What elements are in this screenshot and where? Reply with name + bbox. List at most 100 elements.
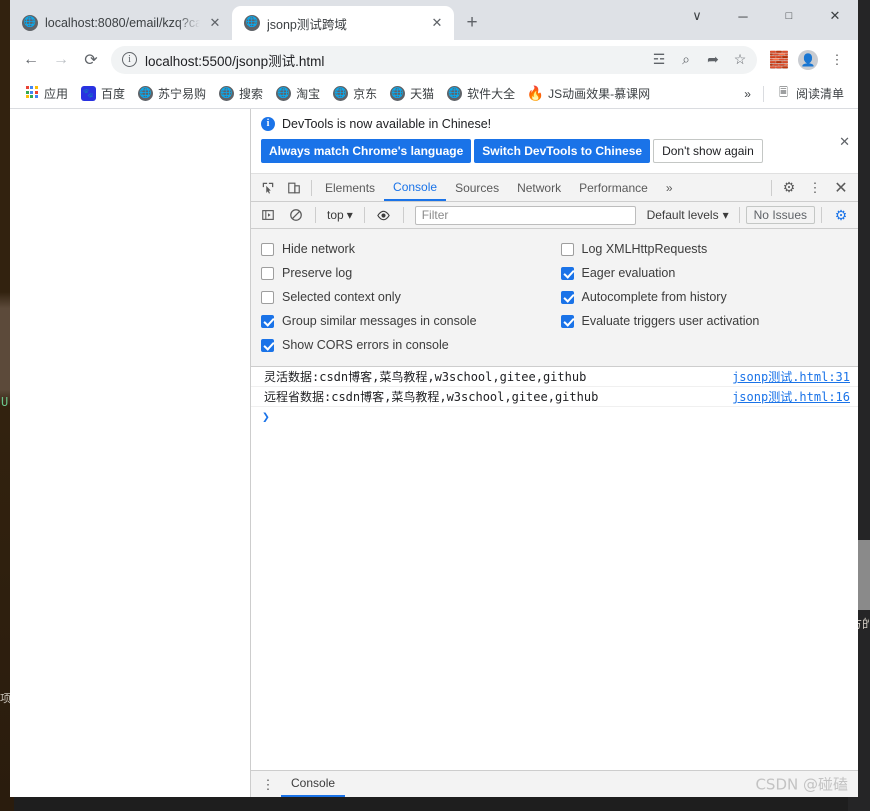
divider (315, 207, 316, 223)
checkbox-icon[interactable] (561, 243, 574, 256)
console-toolbar: top ▾ Default levels ▾ No Issues ⚙ (251, 202, 858, 229)
bookmark-baidu[interactable]: 🐾 百度 (75, 82, 131, 105)
checkbox-hide-network[interactable]: Hide network (261, 237, 549, 261)
bookmarks-overflow-icon[interactable]: » (738, 84, 757, 104)
checkbox-icon[interactable] (261, 339, 274, 352)
divider (364, 207, 365, 223)
globe-icon: 🌐 (138, 86, 153, 101)
issues-button[interactable]: No Issues (746, 206, 815, 224)
reading-list-icon: 🗏 (776, 86, 791, 101)
reload-icon[interactable]: ⟳ (77, 46, 105, 74)
minimize-icon[interactable]: ─ (720, 0, 766, 32)
always-match-language-button[interactable]: Always match Chrome's language (261, 139, 471, 163)
console-sidebar-icon[interactable] (255, 202, 281, 228)
checkbox-label: Eager evaluation (582, 266, 676, 280)
maximize-icon[interactable]: □ (766, 0, 812, 32)
checkbox-log-xmlhttprequests[interactable]: Log XMLHttpRequests (561, 237, 849, 261)
close-icon[interactable]: ✕ (429, 15, 445, 31)
bookmark-apps[interactable]: 应用 (18, 82, 74, 105)
device-toolbar-icon[interactable] (281, 175, 307, 201)
bookmark-taobao[interactable]: 🌐 淘宝 (270, 82, 326, 105)
new-tab-button[interactable]: + (458, 9, 486, 37)
live-expression-eye-icon[interactable] (371, 202, 397, 228)
close-icon[interactable]: ✕ (839, 135, 850, 148)
zoom-icon[interactable]: ⌕ (673, 47, 699, 73)
bookmark-label: 京东 (353, 85, 377, 102)
drawer-menu-icon[interactable]: ⋮ (255, 771, 281, 797)
checkbox-eager-evaluation[interactable]: Eager evaluation (561, 261, 849, 285)
devtools-panel: i DevTools is now available in Chinese! … (250, 109, 858, 797)
address-bar[interactable]: i localhost:5500/jsonp测试.html ☲ ⌕ ➦ ☆ (111, 46, 757, 74)
checkbox-group-similar-messages[interactable]: Group similar messages in console (261, 309, 549, 333)
translate-icon[interactable]: ☲ (646, 47, 672, 73)
tab-elements[interactable]: Elements (316, 174, 384, 201)
bookmark-imooc[interactable]: 🔥 JS动画效果-慕课网 (522, 82, 656, 105)
tab-network[interactable]: Network (508, 174, 570, 201)
settings-gear-icon[interactable]: ⚙ (776, 175, 802, 201)
checkbox-icon[interactable] (261, 243, 274, 256)
checkbox-icon[interactable] (561, 267, 574, 280)
checkbox-show-cors-errors[interactable]: Show CORS errors in console (261, 333, 549, 357)
share-icon[interactable]: ➦ (700, 47, 726, 73)
inspect-element-icon[interactable] (255, 175, 281, 201)
close-devtools-icon[interactable]: ✕ (828, 175, 854, 201)
checkbox-label: Hide network (282, 242, 355, 256)
execution-context-selector[interactable]: top ▾ (322, 206, 358, 224)
checkbox-icon[interactable] (261, 315, 274, 328)
profile-avatar-icon[interactable]: 👤 (794, 46, 822, 74)
divider (771, 180, 772, 196)
bookmark-jd[interactable]: 🌐 京东 (327, 82, 383, 105)
browser-tab-1[interactable]: 🌐 localhost:8080/email/kzq?callb ✕ (10, 6, 232, 40)
bookmark-label: JS动画效果-慕课网 (548, 85, 650, 102)
checkbox-icon[interactable] (261, 267, 274, 280)
bookmark-software[interactable]: 🌐 软件大全 (441, 82, 521, 105)
dont-show-again-button[interactable]: Don't show again (653, 139, 763, 163)
console-settings-gear-icon[interactable]: ⚙ (828, 202, 854, 228)
checkbox-icon[interactable] (561, 291, 574, 304)
address-bar-url[interactable]: localhost:5500/jsonp测试.html (145, 50, 646, 70)
bookmark-suning[interactable]: 🌐 苏宁易购 (132, 82, 212, 105)
console-message-row[interactable]: 远程省数据:csdn博客,菜鸟教程,w3school,gitee,github … (251, 387, 858, 407)
switch-to-chinese-button[interactable]: Switch DevTools to Chinese (474, 139, 650, 163)
sidebar-toggle-glyph (261, 208, 275, 222)
tab-search-icon[interactable]: ∨ (674, 0, 720, 32)
devtools-tabbar: Elements Console Sources Network Perform… (251, 174, 858, 202)
csdn-watermark: CSDN @碰磕 (755, 774, 848, 795)
clear-console-icon[interactable] (283, 202, 309, 228)
forward-icon[interactable]: → (47, 46, 75, 74)
console-message-source-link[interactable]: jsonp测试.html:31 (732, 368, 850, 385)
bookmark-label: 软件大全 (467, 85, 515, 102)
checkbox-icon[interactable] (561, 315, 574, 328)
bookmark-star-icon[interactable]: ☆ (727, 47, 753, 73)
site-info-icon[interactable]: i (122, 52, 137, 67)
back-icon[interactable]: ← (17, 46, 45, 74)
devtools-menu-icon[interactable]: ⋮ (802, 175, 828, 201)
extensions-puzzle-icon[interactable]: 🧱 (765, 46, 793, 74)
console-message-source-link[interactable]: jsonp测试.html:16 (732, 388, 850, 405)
checkbox-preserve-log[interactable]: Preserve log (261, 261, 549, 285)
divider (311, 180, 312, 196)
tab-sources[interactable]: Sources (446, 174, 508, 201)
bookmark-tmall[interactable]: 🌐 天猫 (384, 82, 440, 105)
checkbox-evaluate-triggers-user-activation[interactable]: Evaluate triggers user activation (561, 309, 849, 333)
tab-console[interactable]: Console (384, 174, 446, 201)
no-entry-glyph (289, 208, 303, 222)
chrome-menu-icon[interactable]: ⋮ (823, 46, 851, 74)
reading-list-button[interactable]: 🗏 阅读清单 (770, 82, 850, 105)
bookmark-label: 百度 (101, 85, 125, 102)
console-prompt[interactable]: ❯ (251, 407, 858, 428)
browser-tab-2[interactable]: 🌐 jsonp测试跨域 ✕ (232, 6, 454, 40)
checkbox-autocomplete-from-history[interactable]: Autocomplete from history (561, 285, 849, 309)
checkbox-icon[interactable] (261, 291, 274, 304)
console-filter-input[interactable] (415, 206, 636, 225)
drawer-tab-console[interactable]: Console (281, 771, 345, 797)
log-levels-selector[interactable]: Default levels ▾ (643, 206, 733, 224)
bookmark-search[interactable]: 🌐 搜索 (213, 82, 269, 105)
avatar: 👤 (798, 50, 818, 70)
console-message-row[interactable]: 灵活数据:csdn博客,菜鸟教程,w3school,gitee,github j… (251, 367, 858, 387)
more-tabs-icon[interactable]: » (657, 174, 682, 201)
close-icon[interactable]: ✕ (207, 15, 223, 31)
checkbox-selected-context-only[interactable]: Selected context only (261, 285, 549, 309)
tab-performance[interactable]: Performance (570, 174, 657, 201)
close-window-icon[interactable]: ✕ (812, 0, 858, 32)
